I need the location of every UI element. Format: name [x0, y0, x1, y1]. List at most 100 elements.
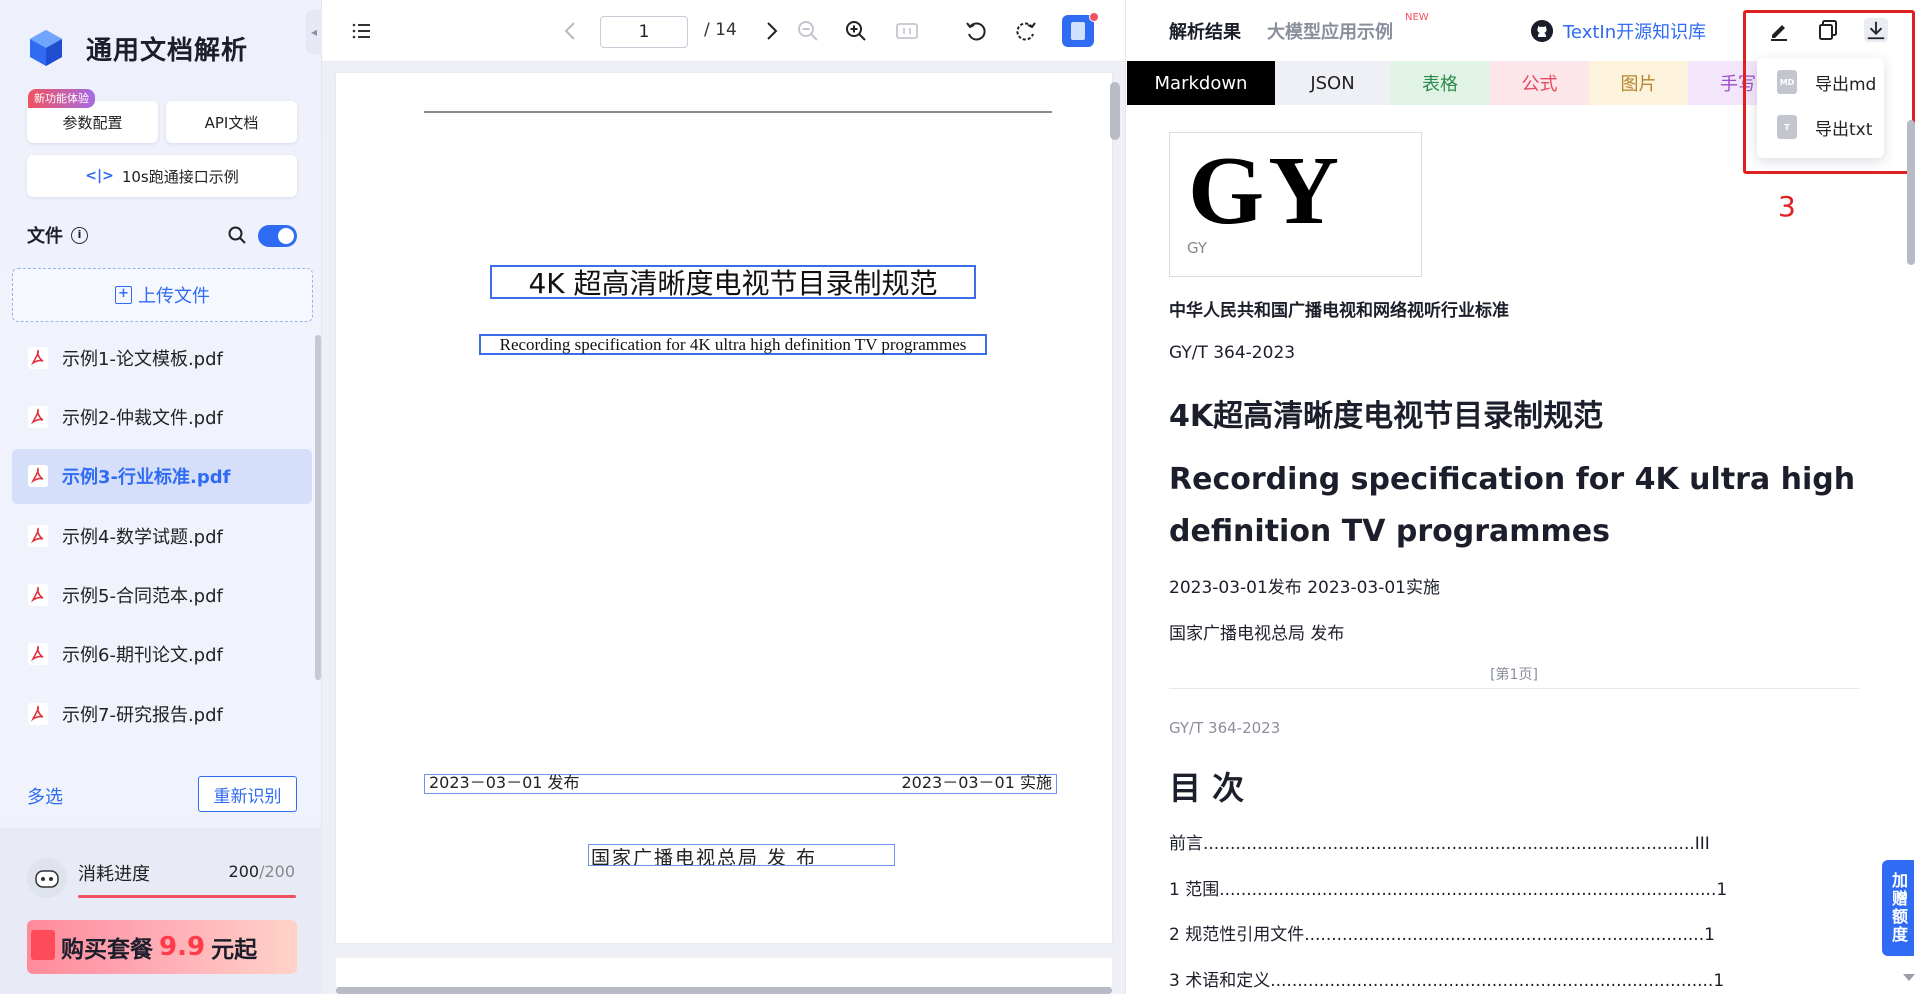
prev-page-icon[interactable] [559, 19, 583, 43]
params-config-label: 参数配置 [62, 113, 123, 132]
zoom-in-icon[interactable] [844, 19, 868, 43]
toc-item: 前言......................................… [1169, 834, 1710, 854]
rotate-right-icon[interactable] [1014, 19, 1038, 43]
page-rule [424, 111, 1052, 113]
rotate-left-icon[interactable] [964, 19, 988, 43]
code-icon: <|> [85, 168, 114, 184]
file-list-item[interactable]: 示例6-期刊论文.pdf [12, 627, 312, 682]
file-name: 示例3-行业标准.pdf [62, 467, 231, 489]
page-date-block[interactable]: 2023－03－01 发布 2023－03－01 实施 [424, 773, 1057, 794]
pdf-file-icon [28, 702, 48, 725]
robot-avatar-icon [27, 858, 67, 898]
buy-package-button[interactable]: 购买套餐 9.9 元起 [27, 920, 297, 974]
gy-logo-text: GY [1188, 137, 1343, 245]
app-title: 通用文档解析 [86, 35, 249, 66]
buy-suffix: 元起 [211, 937, 258, 963]
tab-table[interactable]: 表格 [1390, 61, 1490, 105]
tab-parse-result[interactable]: 解析结果 [1169, 18, 1241, 44]
pdf-file-icon [28, 643, 48, 666]
standard-code: GY/T 364-2023 [1169, 343, 1296, 363]
collapse-sidebar-button[interactable]: ◂ [306, 10, 322, 54]
brand: 通用文档解析 [26, 28, 248, 68]
viewer-vertical-scrollbar[interactable] [1110, 82, 1120, 140]
toc-title: 目 次 [1169, 769, 1245, 807]
github-link[interactable]: TextIn开源知识库 [1531, 18, 1706, 44]
txt-file-icon: T [1777, 115, 1797, 139]
page-divider [1169, 688, 1859, 689]
implement-date: 2023－03－01 实施 [901, 773, 1052, 792]
file-name: 示例7-研究报告.pdf [62, 704, 223, 726]
app-logo-icon [30, 30, 62, 66]
results-panel: 解析结果 大模型应用示例 NEW TextIn开源知识库 Markdown JS… [1125, 0, 1920, 994]
notification-dot [1089, 12, 1099, 22]
api-docs-button[interactable]: API文档 [166, 101, 297, 143]
api-demo-label: 10s跑通接口示例 [121, 167, 239, 186]
gy-logo-caption: GY [1187, 239, 1208, 257]
file-list-item[interactable]: 示例4-数学试题.pdf [12, 508, 312, 563]
outline-list-icon[interactable] [350, 19, 374, 43]
scroll-down-icon[interactable] [1903, 974, 1915, 981]
pdf-file-icon [28, 584, 48, 607]
export-txt-label: 导出txt [1815, 119, 1873, 140]
page-org-block[interactable]: 国家广播电视总局 发 布 [588, 844, 895, 866]
zoom-out-icon[interactable] [796, 19, 820, 43]
toc-item: 1 范围....................................… [1169, 880, 1728, 900]
search-icon[interactable] [227, 225, 247, 245]
file-name: 示例6-期刊论文.pdf [62, 645, 223, 667]
file-list-scrollbar[interactable] [315, 335, 321, 680]
toc-item: 2 规范性引用文件...............................… [1169, 925, 1715, 945]
tab-llm-label: 大模型应用示例 [1267, 22, 1393, 43]
file-list-item[interactable]: 示例7-研究报告.pdf [12, 686, 312, 741]
file-list-item[interactable]: 示例2-仲裁文件.pdf [12, 389, 312, 444]
viewer-toolbar: 1 / 14 [322, 0, 1125, 62]
github-label: TextIn开源知识库 [1563, 22, 1707, 43]
tab-markdown[interactable]: Markdown [1127, 61, 1275, 105]
buy-price: 9.9 [159, 932, 206, 962]
next-page-icon[interactable] [759, 19, 783, 43]
tab-llm-examples[interactable]: 大模型应用示例 NEW [1267, 12, 1429, 44]
usage-used: 200 [228, 862, 260, 881]
upload-icon: + [115, 286, 132, 304]
usage-progress-bar [78, 895, 296, 898]
format-tabs: Markdown JSON 表格 公式 图片 手写 [1127, 61, 1788, 105]
file-name: 示例4-数学试题.pdf [62, 526, 223, 548]
tab-json[interactable]: JSON [1275, 61, 1390, 105]
page-total: / 14 [704, 20, 737, 40]
export-md-item[interactable]: MD 导出md [1777, 70, 1877, 95]
file-name: 示例1-论文模板.pdf [62, 348, 223, 370]
results-tabs: 解析结果 大模型应用示例 NEW [1169, 12, 1429, 44]
file-list-item[interactable]: 示例3-行业标准.pdf [12, 448, 312, 504]
file-list-item[interactable]: 示例5-合同范本.pdf [12, 568, 312, 623]
rescan-button[interactable]: 重新识别 [198, 776, 297, 812]
upload-file-button[interactable]: + 上传文件 [12, 268, 313, 322]
page-subtitle-block[interactable]: Recording specification for 4K ultra hig… [479, 334, 987, 355]
tab-formula[interactable]: 公式 [1490, 61, 1589, 105]
export-txt-item[interactable]: T 导出txt [1777, 115, 1873, 140]
github-icon [1531, 20, 1553, 42]
api-demo-button[interactable]: <|> 10s跑通接口示例 [27, 155, 297, 197]
page-number-input[interactable]: 1 [600, 16, 688, 48]
bonus-quota-tab[interactable]: 加赠额度 [1882, 860, 1914, 956]
info-icon[interactable]: i [71, 226, 88, 244]
viewer-horizontal-scrollbar[interactable] [336, 987, 1112, 994]
page-title-block[interactable]: 4K 超高清晰度电视节目录制规范 [490, 265, 976, 300]
file-list-item[interactable]: 示例1-论文模板.pdf [12, 330, 312, 385]
rescan-label: 重新识别 [213, 786, 282, 807]
file-list: 示例1-论文模板.pdf 示例2-仲裁文件.pdf 示例3-行业标准.pdf 示例4-… [12, 330, 312, 764]
multi-select-link[interactable]: 多选 [27, 783, 63, 809]
standard-code-2: GY/T 364-2023 [1169, 719, 1281, 737]
files-toggle[interactable] [258, 225, 297, 247]
tab-image[interactable]: 图片 [1589, 61, 1688, 105]
export-md-label: 导出md [1815, 74, 1877, 95]
usage-panel: 消耗进度 200/200 购买套餐 9.9 元起 [0, 828, 322, 994]
usage-label: 消耗进度 [78, 864, 150, 885]
results-scrollbar[interactable] [1907, 120, 1915, 265]
md-file-icon: MD [1777, 70, 1797, 94]
usage-total: /200 [259, 862, 295, 881]
api-docs-label: API文档 [204, 113, 259, 132]
usage-count: 200/200 [229, 862, 295, 881]
pdf-file-icon [28, 405, 48, 428]
publish-date: 2023－03－01 发布 [429, 773, 580, 792]
new-tag: NEW [1405, 12, 1429, 23]
actual-size-icon[interactable] [895, 19, 919, 43]
